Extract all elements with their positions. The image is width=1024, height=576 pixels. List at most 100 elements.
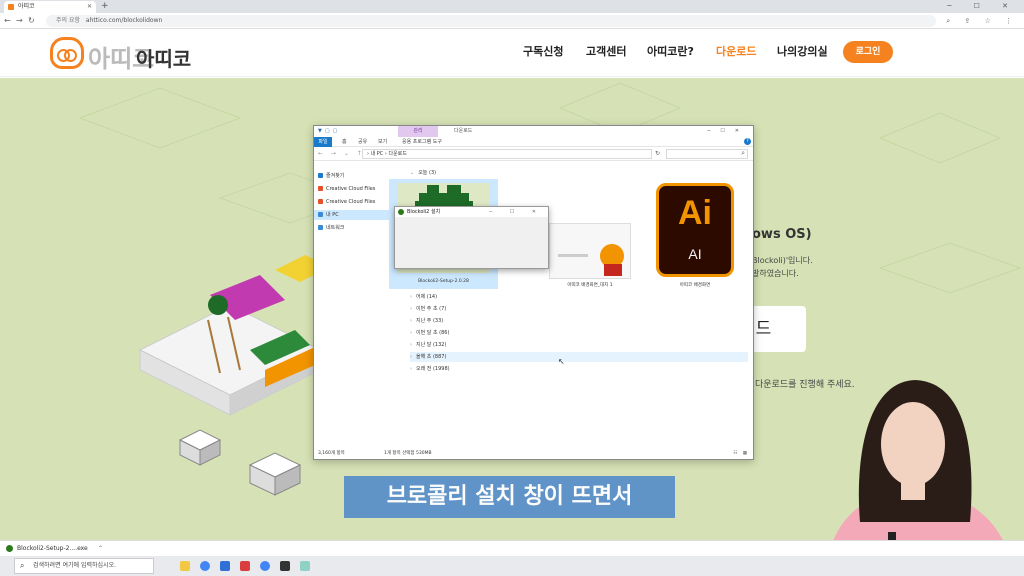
chevron-right-icon: ›: [410, 330, 412, 336]
search-icon: ⌕: [20, 561, 25, 570]
ai-icon-small-text: AI: [688, 246, 702, 262]
nav-my-classroom[interactable]: 나의강의실: [777, 43, 828, 59]
chevron-right-icon: ›: [410, 354, 412, 360]
tab-title: 아띠코: [18, 3, 35, 10]
sidebar-item-label: Creative Cloud Files: [326, 186, 376, 192]
isometric-illustration: [138, 255, 330, 496]
explorer-window-controls[interactable]: ─☐✕: [707, 126, 749, 137]
explorer-window-title: 다운로드: [454, 128, 473, 134]
group-label: 오래 전 (1998): [416, 366, 450, 372]
ribbon-context-tab[interactable]: 관리: [398, 126, 438, 137]
forward-icon[interactable]: →: [16, 15, 23, 27]
group-earlier-this-month[interactable]: › 이번 달 초 (86): [410, 328, 748, 338]
creative-cloud-icon: [318, 199, 323, 204]
mouse-cursor-icon: ↖: [558, 357, 565, 366]
group-label: 이번 주 초 (7): [416, 306, 447, 312]
video-subtitle: 브로콜리 설치 창이 뜨면서: [344, 476, 675, 518]
group-label: 지난 달 (132): [416, 342, 447, 348]
chevron-right-icon: ›: [410, 366, 412, 372]
group-earlier-this-year[interactable]: › 올해 초 (887): [410, 352, 748, 362]
back-icon[interactable]: ←: [4, 15, 11, 27]
sidebar-item-label: 내 PC: [326, 212, 339, 218]
file-name-wallpaper-artboard: 아띠코 배경화면_대지 1: [567, 283, 613, 288]
creative-cloud-icon: [318, 186, 323, 191]
reload-icon[interactable]: ↻: [28, 15, 35, 27]
app-taskbar-icon[interactable]: [280, 561, 290, 571]
refresh-icon[interactable]: ↻: [655, 149, 660, 159]
dialog-window-controls[interactable]: ─ ☐ ✕: [489, 207, 544, 217]
ai-icon-big-text: Ai: [678, 194, 712, 232]
app-taskbar-icon[interactable]: [220, 561, 230, 571]
network-icon: [318, 225, 323, 230]
nav-support[interactable]: 고객센터: [586, 43, 626, 59]
explorer-nav-arrows-icon[interactable]: ← → ⌄ ↑: [318, 149, 365, 158]
app-taskbar-icon[interactable]: [300, 561, 310, 571]
download-options-icon[interactable]: ⌃: [98, 541, 103, 556]
app-taskbar-icon[interactable]: [240, 561, 250, 571]
group-last-month[interactable]: › 지난 달 (132): [410, 340, 748, 350]
new-tab-button[interactable]: +: [101, 0, 109, 13]
chrome-taskbar-icon[interactable]: [260, 561, 270, 571]
taskbar-search-input[interactable]: ⌕ 검색하려면 여기에 입력하십시오.: [14, 558, 154, 574]
sidebar-item-label: Creative Cloud Files: [326, 199, 376, 205]
explorer-title-bar: ▼▢▢ 관리 다운로드 ─☐✕: [314, 126, 753, 137]
security-warning[interactable]: 주의 요함: [56, 17, 80, 24]
ribbon-tab-app-tools[interactable]: 응용 프로그램 도구: [402, 137, 442, 147]
dialog-title-bar: Blockoli2 설치 ─ ☐ ✕: [395, 207, 548, 217]
downloaded-file-icon: [6, 545, 13, 552]
explorer-address-input[interactable]: › 내 PC › 다운로드: [362, 149, 652, 159]
sidebar-item-label: 네트워크: [326, 225, 345, 231]
group-long-ago[interactable]: › 오래 전 (1998): [410, 364, 748, 374]
status-selection: 1개 항목 선택함 530MB: [384, 451, 432, 456]
bg-heading-fragment: ows OS): [752, 227, 812, 242]
chrome-taskbar-icon[interactable]: [200, 561, 210, 571]
start-button[interactable]: [0, 556, 14, 576]
site-header: 아띠코 아띠코 구독신청 고객센터 아띠코란? 다운로드 나의강의실 로그인: [0, 29, 1024, 77]
wallpaper-thumbnail-image: [550, 224, 630, 278]
nav-subscribe[interactable]: 구독신청: [523, 43, 563, 59]
nav-download[interactable]: 다운로드: [716, 43, 756, 59]
explorer-search-input[interactable]: [666, 149, 748, 159]
illustrator-file-icon: Ai AI: [656, 183, 734, 277]
explorer-ribbon: 파일 홈 공유 보기 응용 프로그램 도구 ?: [314, 137, 753, 147]
owl-logo-icon: [50, 37, 84, 69]
browser-window-controls[interactable]: ─ ☐ ✕: [947, 0, 1018, 13]
nav-about[interactable]: 아띠코란?: [647, 43, 694, 59]
file-item-wallpaper-artboard[interactable]: [549, 223, 631, 279]
chevron-right-icon: ›: [410, 294, 412, 300]
close-tab-icon[interactable]: ✕: [87, 1, 92, 13]
bg-text-line-2: 발하였습니다.: [752, 269, 799, 278]
browser-tab[interactable]: 아띠코 ✕: [4, 1, 96, 13]
logo-text: 아띠코: [136, 47, 192, 71]
explorer-address-row: ← → ⌄ ↑ › 내 PC › 다운로드 ↻: [314, 147, 753, 161]
ribbon-tab-share[interactable]: 공유: [358, 137, 367, 147]
group-yesterday[interactable]: › 어제 (14): [410, 292, 748, 302]
help-icon[interactable]: ?: [744, 138, 751, 145]
explorer-path-text: › 내 PC › 다운로드: [367, 151, 407, 157]
group-today[interactable]: ⌄ 오늘 (3): [410, 168, 748, 178]
quick-access-toolbar[interactable]: ▼▢▢: [318, 126, 340, 137]
pc-icon: [318, 212, 323, 217]
login-button[interactable]: 로그인: [843, 41, 893, 63]
address-bar: ← → ↻ 주의 요함 ahttico.com/blockolidown ⌕ ⇪…: [0, 13, 1024, 29]
ribbon-tab-file[interactable]: 파일: [314, 137, 332, 147]
downloaded-file-name[interactable]: Blockoli2-Setup-2....exe: [17, 541, 88, 556]
file-explorer-taskbar-icon[interactable]: [180, 561, 190, 571]
group-label: 어제 (14): [416, 294, 438, 300]
group-label: 이번 달 초 (86): [416, 330, 450, 336]
explorer-status-bar: 3,160개 항목 1개 항목 선택함 530MB ☷ ▦: [314, 449, 753, 459]
url-input[interactable]: 주의 요함 ahttico.com/blockolidown: [46, 15, 936, 27]
group-last-week[interactable]: › 지난 주 (33): [410, 316, 748, 326]
file-name-wallpaper: 아띠코 배경화면: [679, 283, 711, 288]
group-earlier-this-week[interactable]: › 이번 주 초 (7): [410, 304, 748, 314]
dialog-title: Blockoli2 설치: [407, 209, 441, 215]
browser-toolbar-icons[interactable]: ⌕ ⇪ ☆ ⋮: [946, 15, 1018, 27]
url-text: ahttico.com/blockolidown: [85, 17, 163, 24]
chevron-right-icon: ›: [410, 306, 412, 312]
bg-text-line-1: Blockoli)'입니다.: [752, 256, 813, 265]
ribbon-tab-view[interactable]: 보기: [378, 137, 387, 147]
file-name-setup: Blockoli2-Setup-2.0.28: [418, 279, 469, 284]
view-toggle-icons[interactable]: ☷ ▦: [733, 449, 749, 459]
ribbon-tab-home[interactable]: 홈: [342, 137, 347, 147]
browser-tab-bar: 아띠코 ✕ + ─ ☐ ✕: [0, 0, 1024, 13]
